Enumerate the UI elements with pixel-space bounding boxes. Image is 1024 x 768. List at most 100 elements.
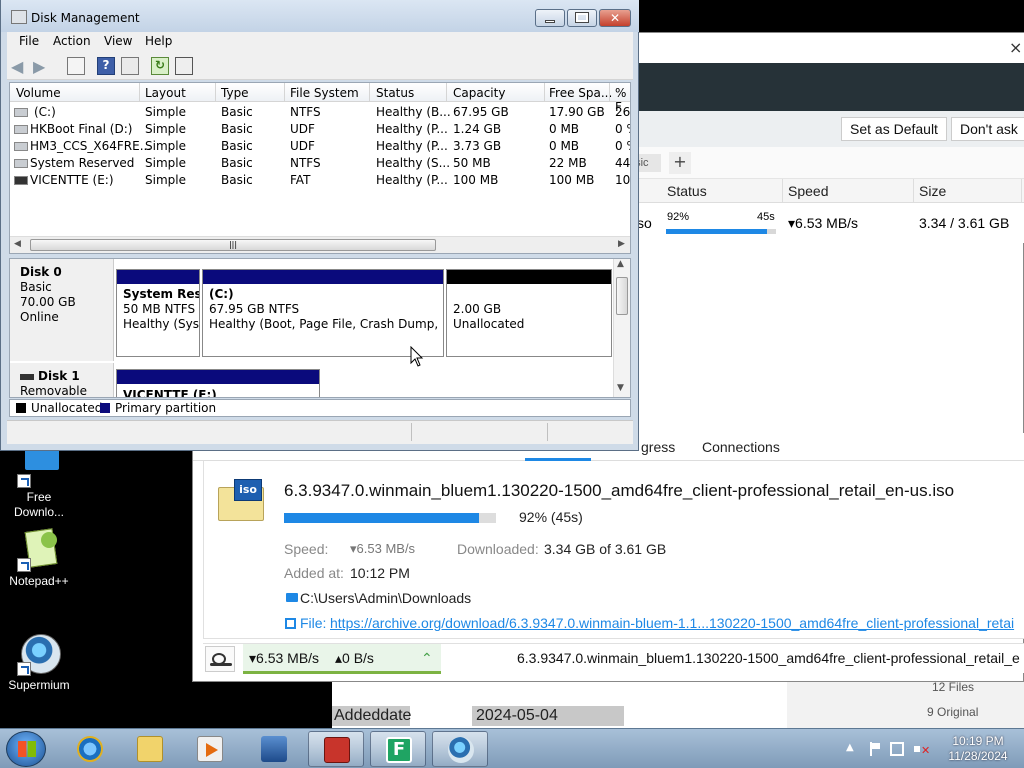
taskbar-explorer[interactable]	[122, 731, 178, 767]
download-folder[interactable]: C:\Users\Admin\Downloads	[300, 590, 471, 606]
scroll-down-icon[interactable]: ▼	[617, 383, 624, 393]
minimize-button[interactable]	[535, 9, 565, 27]
volume-free-space: 17.90 GB	[549, 105, 605, 119]
partition-name: (C:)	[209, 287, 234, 301]
file-url-link[interactable]: https://archive.org/download/6.3.9347.0.…	[330, 615, 1014, 631]
column-capacity[interactable]: Capacity	[453, 86, 505, 100]
taskbar-server-manager[interactable]	[246, 731, 302, 767]
dont-ask-button[interactable]: Don't ask a	[951, 117, 1024, 159]
show-hidden-icons-icon[interactable]: ▲	[846, 742, 860, 756]
upload-speed-total: ▴0 B/s	[335, 650, 374, 666]
volume-name: (C:)	[34, 105, 56, 119]
maximize-button[interactable]	[567, 9, 597, 27]
column-file-system[interactable]: File System	[290, 86, 359, 100]
partition-vicentte[interactable]: VICENTTE (E:)	[116, 369, 320, 397]
system-tray: ▲ ✕ 10:19 PM 11/28/2024	[842, 729, 1024, 768]
volume-percent-free: 100	[615, 173, 631, 187]
column-type[interactable]: Type	[221, 86, 249, 100]
scroll-left-icon[interactable]: ◀	[14, 239, 21, 249]
column-status[interactable]: Status	[667, 183, 707, 199]
scrollbar-thumb[interactable]	[616, 277, 628, 315]
partition-unallocated[interactable]: 2.00 GB Unallocated	[446, 269, 612, 357]
drive-icon	[14, 159, 28, 168]
volume-free-space: 0 MB	[549, 122, 580, 136]
start-button[interactable]	[6, 731, 46, 767]
column-speed[interactable]: Speed	[788, 183, 828, 199]
drive-icon	[14, 108, 28, 117]
download-details: iso 6.3.9347.0.winmain_bluem1.130220-150…	[203, 461, 1024, 639]
rescan-disks-icon[interactable]	[175, 57, 193, 75]
column-layout[interactable]: Layout	[145, 86, 186, 100]
supermium-icon	[448, 737, 474, 763]
desktop-icon-notepad-plus-plus[interactable]: Notepad++	[4, 528, 74, 588]
menu-view[interactable]: View	[104, 34, 132, 48]
partition-system-reserved[interactable]: System Rese 50 MB NTFS Healthy (Syst	[116, 269, 200, 357]
speed-indicator[interactable]: ▾6.53 MB/s ▴0 B/s ⌃	[243, 644, 441, 674]
properties-icon[interactable]	[121, 57, 139, 75]
help-icon[interactable]: ?	[97, 57, 115, 75]
table-row[interactable]: HM3_CCS_X64FRE... Simple Basic UDF Healt…	[10, 138, 630, 155]
table-row[interactable]: VICENTTE (E:) Simple Basic FAT Healthy (…	[10, 172, 631, 189]
disk-1-label[interactable]: Disk 1 Removable	[10, 363, 114, 397]
snail-mode-icon[interactable]	[205, 646, 235, 672]
network-icon[interactable]	[890, 742, 904, 756]
taskbar-media-player[interactable]	[182, 731, 238, 767]
taskbar-computer-management[interactable]	[308, 731, 364, 767]
set-as-default-button[interactable]: Set as Default	[841, 117, 947, 141]
close-button[interactable]: ✕	[599, 9, 631, 27]
supermium-icon	[17, 632, 61, 676]
action-center-flag-icon[interactable]	[868, 742, 882, 756]
folder-icon	[286, 593, 298, 602]
column-free-space[interactable]: Free Spa...	[549, 86, 612, 100]
menu-file[interactable]: File	[19, 34, 39, 48]
table-row[interactable]: System Reserved Simple Basic NTFS Health…	[10, 155, 630, 172]
desktop-icon-free-download-manager[interactable]: Free Downlo...	[4, 444, 74, 520]
windows-logo-icon	[18, 741, 36, 757]
background-web-page: Addeddate 2024-05-04 06:59:54 SHOW ALL 1…	[332, 674, 1024, 744]
column-size[interactable]: Size	[919, 183, 946, 199]
taskbar-supermium[interactable]	[432, 731, 488, 767]
column-volume[interactable]: Volume	[16, 86, 61, 100]
partition-c[interactable]: (C:) 67.95 GB NTFS Healthy (Boot, Page F…	[202, 269, 444, 357]
chevron-up-icon[interactable]: ⌃	[421, 650, 433, 667]
taskbar-free-download-manager[interactable]: F	[370, 731, 426, 767]
table-row[interactable]: (C:) Simple Basic NTFS Healthy (B... 67.…	[10, 104, 630, 121]
close-icon[interactable]: ×	[1009, 33, 1024, 63]
column-status[interactable]: Status	[376, 86, 414, 100]
desktop-icon-supermium[interactable]: Supermium	[4, 632, 74, 692]
removable-disk-icon	[20, 373, 34, 380]
folder-icon	[137, 736, 163, 762]
volume-muted-icon[interactable]: ✕	[914, 742, 930, 757]
download-speed: ▾6.53 MB/s	[788, 215, 859, 231]
refresh-icon[interactable]: ↻	[151, 57, 169, 75]
iso-file-icon: iso	[216, 479, 264, 523]
forward-icon[interactable]: ▶	[33, 57, 51, 76]
menu-action[interactable]: Action	[53, 34, 91, 48]
table-row[interactable]: HKBoot Final (D:) Simple Basic UDF Healt…	[10, 121, 630, 138]
partition-size: 2.00 GB	[453, 302, 502, 316]
scrollbar-thumb[interactable]: |||	[30, 239, 436, 251]
primary-partition-bar	[203, 270, 443, 284]
disk-0-label[interactable]: Disk 0 Basic 70.00 GB Online	[10, 259, 114, 361]
detail-progress-text: 92% (45s)	[519, 509, 583, 525]
volume-capacity: 1.24 GB	[453, 122, 502, 136]
tab-progress[interactable]: gress	[641, 439, 675, 455]
back-icon[interactable]: ◀	[11, 57, 29, 76]
disk-management-titlebar[interactable]: Disk Management ✕	[1, 0, 639, 32]
scroll-up-icon[interactable]: ▲	[617, 259, 624, 269]
tab-connections[interactable]: Connections	[702, 439, 780, 455]
scroll-right-icon[interactable]: ▶	[618, 239, 625, 249]
vertical-scrollbar[interactable]: ▲ ▼	[613, 259, 630, 397]
primary-partition-bar	[117, 370, 319, 384]
download-eta: 45s	[757, 211, 775, 223]
add-tag-icon[interactable]: +	[669, 152, 691, 174]
volume-status: Healthy (P...	[376, 122, 448, 136]
horizontal-scrollbar[interactable]: ◀ ||| ▶	[10, 236, 630, 253]
clock[interactable]: 10:19 PM 11/28/2024	[946, 734, 1010, 764]
menu-help[interactable]: Help	[145, 34, 172, 48]
disk-0-name: Disk 0	[20, 265, 62, 279]
media-player-icon	[197, 736, 223, 762]
taskbar-internet-explorer[interactable]	[62, 731, 118, 767]
console-tree-icon[interactable]	[67, 57, 85, 75]
mouse-cursor-icon	[410, 346, 424, 367]
